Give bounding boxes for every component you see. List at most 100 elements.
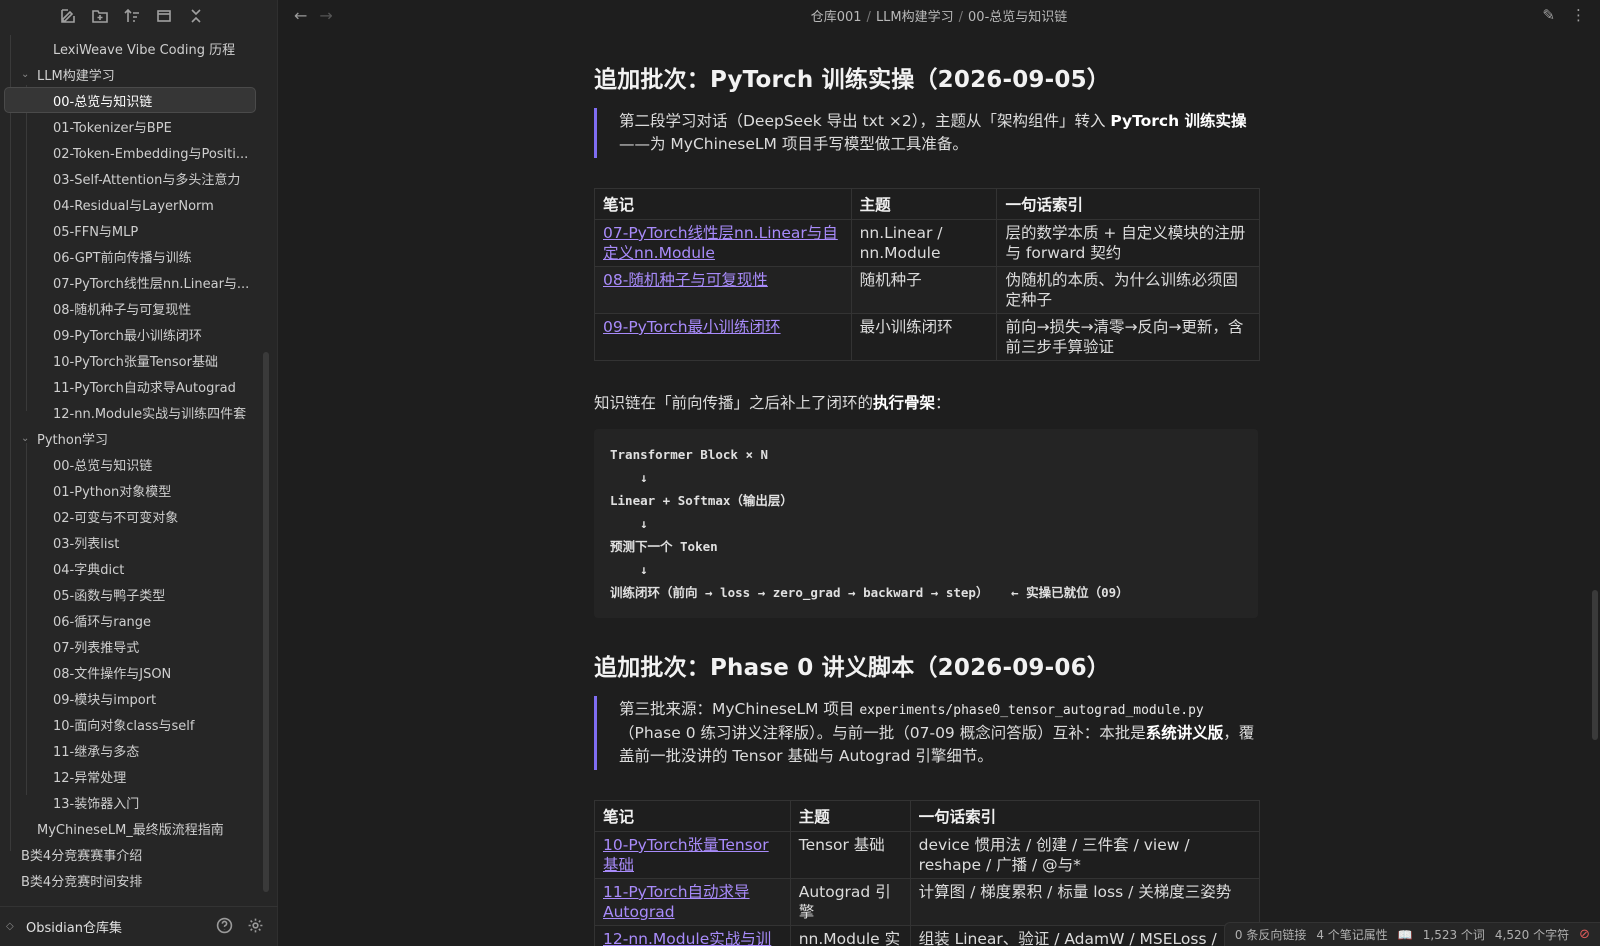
tree-item-label: MyChineseLM_最终版流程指南 (37, 822, 224, 838)
tree-file[interactable]: 02-可变与不可变对象 (0, 503, 266, 529)
quote-text: 第三批来源：MyChineseLM 项目 (619, 700, 860, 718)
note-link[interactable]: 09-PyTorch最小训练闭环 (603, 318, 781, 336)
tree-file[interactable]: 06-循环与range (0, 607, 266, 633)
vault-switcher[interactable]: ◇ Obsidian仓库集 (6, 917, 122, 936)
tree-file[interactable]: 01-Python对象模型 (0, 477, 266, 503)
properties-count[interactable]: 4 个笔记属性 (1316, 926, 1387, 943)
tree-item-label: 01-Tokenizer与BPE (53, 120, 172, 136)
tree-file[interactable]: B类4分竞赛时间安排 (0, 867, 266, 893)
tree-file[interactable]: 08-文件操作与JSON (0, 659, 266, 685)
note-link[interactable]: 12-nn.Module实战与训练... (603, 930, 771, 946)
collapse-icon[interactable] (154, 6, 174, 26)
table-cell: 层的数学本质 + 自定义模块的注册与 forward 契约 (996, 219, 1260, 267)
para-text: ： (935, 394, 951, 412)
table-row: 08-随机种子与可复现性 随机种子 伪随机的本质、为什么训练必须固定种子 (594, 266, 1260, 314)
chevron-down-icon[interactable]: ⌄ (21, 433, 37, 444)
backlinks-count[interactable]: 0 条反向链接 (1235, 926, 1306, 943)
sort-icon[interactable] (122, 6, 142, 26)
tree-file[interactable]: 03-列表list (0, 529, 266, 555)
file-tree: LexiWeave Vibe Coding 历程 ⌄ LLM构建学习 00-总览与知识… (0, 35, 266, 893)
sidebar-scrollbar[interactable] (263, 352, 269, 892)
code-block: Transformer Block × N ↓ Linear + Softmax（… (594, 429, 1258, 618)
breadcrumb-folder[interactable]: LLM构建学习 (876, 10, 954, 25)
tree-item-label: 05-FFN与MLP (53, 224, 139, 240)
tree-file[interactable]: 02-Token-Embedding与Positi... (0, 139, 266, 165)
more-options-icon[interactable]: ⋮ (1571, 6, 1586, 24)
table-cell: 随机种子 (850, 266, 998, 314)
table-cell: 12-nn.Module实战与训练... (594, 925, 791, 946)
tree-item-label: 10-面向对象class与self (53, 718, 195, 734)
table-header: 主题 (850, 188, 998, 220)
table-header: 一句话索引 (996, 188, 1260, 220)
table-cell: 08-随机种子与可复现性 (594, 266, 852, 314)
new-folder-icon[interactable] (90, 6, 110, 26)
tree-folder[interactable]: ⌄ LLM构建学习 (0, 61, 266, 87)
table-cell: 11-PyTorch自动求导Autograd (594, 878, 791, 926)
edit-pencil-icon[interactable]: ✎ (1542, 6, 1555, 24)
breadcrumb-vault[interactable]: 仓库001 (811, 10, 862, 25)
note-link[interactable]: 08-随机种子与可复现性 (603, 271, 768, 289)
tree-file[interactable]: 09-模块与import (0, 685, 266, 711)
tree-file[interactable]: 07-PyTorch线性层nn.Linear与... (0, 269, 266, 295)
chevron-updown-icon: ◇ (6, 921, 14, 932)
table-row: 09-PyTorch最小训练闭环 最小训练闭环 前向→损失→清零→反向→更新，含前三… (594, 313, 1260, 361)
tree-file[interactable]: 10-面向对象class与self (0, 711, 266, 737)
tree-file[interactable]: 06-GPT前向传播与训练 (0, 243, 266, 269)
note-content: 追加批次：PyTorch 训练实操（2026-09-05） 第二段学习对话（De… (594, 60, 1261, 946)
tree-file[interactable]: B类4分竞赛赛事介绍 (0, 841, 266, 867)
note-link[interactable]: 10-PyTorch张量Tensor基础 (603, 836, 769, 874)
tree-file[interactable]: 13-装饰器入门 (0, 789, 266, 815)
tree-item-label: 09-PyTorch最小训练闭环 (53, 328, 202, 344)
tree-file[interactable]: 04-字典dict (0, 555, 266, 581)
note-link[interactable]: 07-PyTorch线性层nn.Linear与自定义nn.Module (603, 224, 838, 262)
new-note-icon[interactable] (58, 6, 78, 26)
table-cell: device 惯用法 / 创建 / 三件套 / view / reshape /… (909, 831, 1261, 879)
tree-file[interactable]: 00-总览与知识链 (4, 87, 256, 113)
tree-item-label: B类4分竞赛时间安排 (21, 874, 143, 890)
settings-gear-icon[interactable] (247, 917, 264, 938)
tree-file[interactable]: 11-继承与多态 (0, 737, 266, 763)
tree-file[interactable]: 04-Residual与LayerNorm (0, 191, 266, 217)
tree-file[interactable]: 09-PyTorch最小训练闭环 (0, 321, 266, 347)
tree-item-label: 08-随机种子与可复现性 (53, 302, 192, 318)
code-line: Transformer Block × N (610, 447, 769, 462)
table-row: 12-nn.Module实战与训练... nn.Module 实组装 Linear… (594, 925, 1261, 946)
table-header: 笔记 (594, 800, 791, 832)
sync-error-icon[interactable]: ⊘ (1579, 927, 1590, 942)
table-cell: 10-PyTorch张量Tensor基础 (594, 831, 791, 879)
table-row: 10-PyTorch张量Tensor基础 Tensor 基础 device 惯用法 … (594, 831, 1261, 879)
tree-file[interactable]: 08-随机种子与可复现性 (0, 295, 266, 321)
reading-mode-icon[interactable]: 📖 (1398, 928, 1413, 942)
word-count: 1,523 个词 (1422, 928, 1485, 942)
tree-file[interactable]: 12-异常处理 (0, 763, 266, 789)
status-bar: 0 条反向链接 4 个笔记属性 📖 1,523 个词 4,520 个字符 ⊘ (1223, 922, 1600, 946)
table-cell: 组装 Linear、验证 / AdamW / MSELoss / 汇... (909, 925, 1261, 946)
view-header: ← → 仓库001/LLM构建学习/00-总览与知识链 ✎ ⋮ (278, 0, 1600, 30)
table-cell: nn.Module 实 (789, 925, 911, 946)
tree-item-label: 05-函数与鸭子类型 (53, 588, 166, 604)
tree-file[interactable]: MyChineseLM_最终版流程指南 (0, 815, 266, 841)
help-icon[interactable] (216, 917, 233, 938)
tree-file[interactable]: 01-Tokenizer与BPE (0, 113, 266, 139)
code-line: ↓ (610, 470, 648, 485)
tree-file[interactable]: 10-PyTorch张量Tensor基础 (0, 347, 266, 373)
tree-file[interactable]: 00-总览与知识链 (0, 451, 266, 477)
heading-batch-pytorch: 追加批次：PyTorch 训练实操（2026-09-05） (594, 67, 1110, 93)
tree-file[interactable]: 07-列表推导式 (0, 633, 266, 659)
table-cell: 计算图 / 梯度累积 / 标量 loss / 关梯度三姿势 (909, 878, 1261, 926)
note-link[interactable]: 11-PyTorch自动求导Autograd (603, 883, 750, 921)
tree-file[interactable]: 12-nn.Module实战与训练四件套 (0, 399, 266, 425)
tree-file[interactable]: LexiWeave Vibe Coding 历程 (0, 35, 266, 61)
editor-scrollbar[interactable] (1592, 590, 1598, 740)
tree-file[interactable]: 11-PyTorch自动求导Autograd (0, 373, 266, 399)
inline-code: experiments/phase0_tensor_autograd_modul… (859, 703, 1204, 718)
close-icon[interactable] (186, 6, 206, 26)
tree-folder[interactable]: ⌄ Python学习 (0, 425, 266, 451)
table-row: 07-PyTorch线性层nn.Linear与自定义nn.Module nn.Li… (594, 219, 1260, 267)
tree-file[interactable]: 05-FFN与MLP (0, 217, 266, 243)
tree-file[interactable]: 03-Self-Attention与多头注意力 (0, 165, 266, 191)
breadcrumb-note[interactable]: 00-总览与知识链 (968, 10, 1067, 25)
tree-item-label: 03-Self-Attention与多头注意力 (53, 172, 241, 188)
chevron-down-icon[interactable]: ⌄ (21, 69, 37, 80)
tree-file[interactable]: 05-函数与鸭子类型 (0, 581, 266, 607)
